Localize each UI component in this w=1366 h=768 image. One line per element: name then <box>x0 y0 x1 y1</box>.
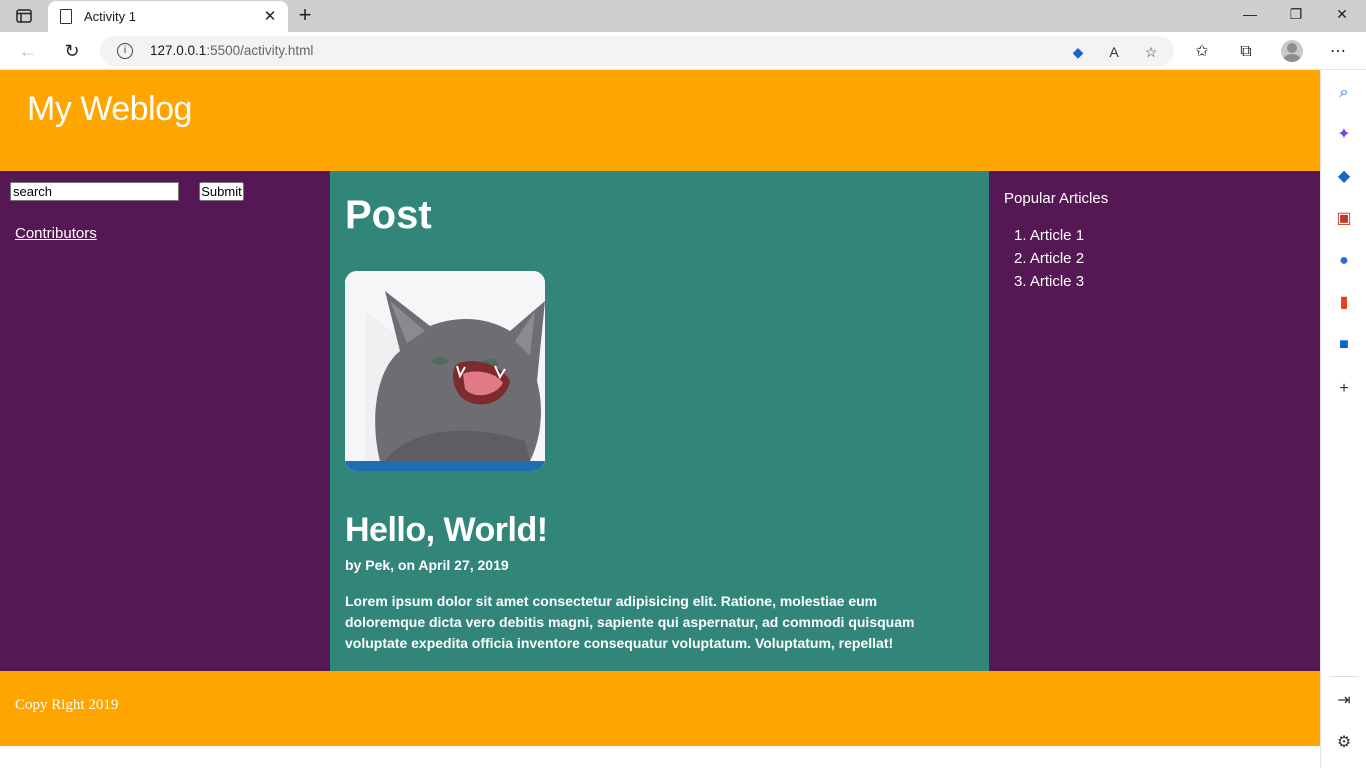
restore-icon[interactable]: ❐ <box>1286 6 1306 23</box>
post-meta: by Pek, on April 27, 2019 <box>345 557 509 573</box>
list-item[interactable]: 3. Article 3 <box>1014 273 1084 296</box>
section-heading: Post <box>345 193 432 237</box>
hide-sidebar-icon[interactable]: ⇥ <box>1333 690 1355 712</box>
add-sidebar-app-icon[interactable]: + <box>1333 378 1355 400</box>
more-options-icon[interactable]: ⋯ <box>1327 41 1349 63</box>
document-icon <box>60 9 72 24</box>
favorites-icon[interactable]: ✩ <box>1191 41 1213 63</box>
list-item[interactable]: 1. Article 1 <box>1014 227 1084 250</box>
shopping-tag-icon[interactable]: ◆ <box>1333 166 1355 188</box>
read-aloud-icon[interactable]: A <box>1104 42 1124 62</box>
web-page: My Weblog Submit Contributors Post <box>0 70 1320 768</box>
tab-actions-icon[interactable] <box>10 6 38 26</box>
copyright-text: Copy Right 2019 <box>15 697 119 713</box>
profile-avatar[interactable] <box>1281 40 1303 62</box>
browser-sidebar: ⌕ ✦ ◆ ▣ ● ▮ ■ + ⇥ ⚙ <box>1320 70 1366 768</box>
list-item[interactable]: 2. Article 2 <box>1014 250 1084 273</box>
browser-tab-active[interactable]: Activity 1 ✕ <box>48 1 288 32</box>
site-info-icon[interactable]: i <box>117 43 133 59</box>
site-header: My Weblog <box>0 70 1320 171</box>
outlook-icon[interactable]: ■ <box>1333 334 1355 356</box>
collections-icon[interactable]: ⧉ <box>1235 41 1257 63</box>
cat-photo <box>345 271 545 471</box>
contributors-link[interactable]: Contributors <box>15 225 97 242</box>
games-icon[interactable]: ● <box>1333 250 1355 272</box>
new-tab-icon[interactable]: + <box>294 3 316 27</box>
url-text[interactable]: 127.0.0.1:5500/activity.html <box>150 43 313 58</box>
search-input[interactable] <box>10 182 179 201</box>
post-body: Lorem ipsum dolor sit amet consectetur a… <box>345 593 915 651</box>
settings-gear-icon[interactable]: ⚙ <box>1333 732 1355 754</box>
search-icon[interactable]: ⌕ <box>1333 82 1355 104</box>
office-icon[interactable]: ▮ <box>1333 292 1355 314</box>
add-favorite-icon[interactable]: ☆ <box>1141 42 1161 62</box>
popular-articles-title: Popular Articles <box>1004 190 1109 207</box>
popular-articles-list: 1. Article 1 2. Article 2 3. Article 3 <box>1014 227 1084 296</box>
copilot-sparkle-icon[interactable]: ✦ <box>1333 124 1355 146</box>
close-window-icon[interactable]: ✕ <box>1332 6 1352 23</box>
sidebar-divider <box>1329 676 1359 677</box>
tab-title: Activity 1 <box>84 9 137 24</box>
address-bar-row: ← ↻ i 127.0.0.1:5500/activity.html ◆ A ☆… <box>0 32 1366 70</box>
post-title: Hello, World! <box>345 511 548 549</box>
post-image <box>345 271 545 471</box>
site-title: My Weblog <box>27 90 192 128</box>
image-watermark <box>345 461 545 471</box>
main-content: Post Hello, World! by Pek, on April 27, … <box>330 171 989 671</box>
submit-button[interactable]: Submit <box>199 182 244 201</box>
close-tab-icon[interactable]: ✕ <box>262 7 278 25</box>
refresh-icon[interactable]: ↻ <box>60 40 84 62</box>
coupon-tag-icon[interactable]: ◆ <box>1068 42 1088 62</box>
right-sidebar: Popular Articles 1. Article 1 2. Article… <box>989 171 1320 671</box>
back-icon[interactable]: ← <box>16 40 40 62</box>
left-sidebar: Submit Contributors <box>0 171 330 671</box>
address-bar[interactable]: i 127.0.0.1:5500/activity.html ◆ A ☆ <box>100 36 1174 66</box>
tools-icon[interactable]: ▣ <box>1333 208 1355 230</box>
minimize-icon[interactable]: — <box>1240 6 1260 22</box>
tab-bar: Activity 1 ✕ + — ❐ ✕ <box>0 0 1366 32</box>
site-footer: Copy Right 2019 <box>0 671 1320 746</box>
